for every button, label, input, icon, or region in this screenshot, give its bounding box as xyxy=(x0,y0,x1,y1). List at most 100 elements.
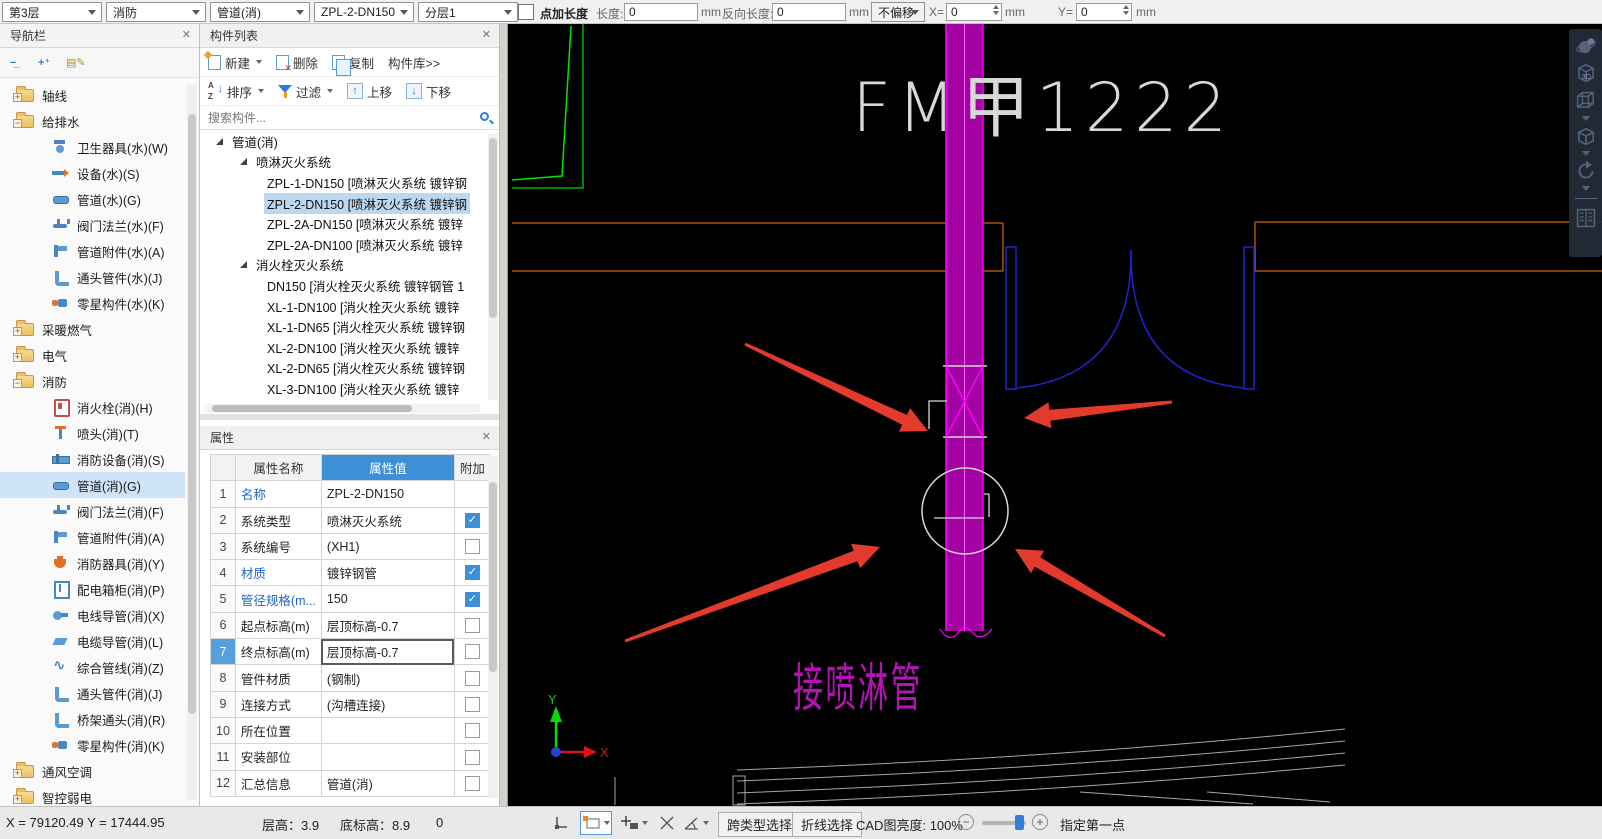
component-tree-row-10[interactable]: XL-2-DN100 [消火栓灭火系统 镀锌 xyxy=(200,337,485,358)
sidebar-item-5[interactable]: 阀门法兰(水)(F) xyxy=(0,212,199,238)
brightness-slider-handle[interactable] xyxy=(1015,815,1024,830)
sidebar-group-26[interactable]: +通风空调 xyxy=(0,758,199,784)
wireframe-view-icon[interactable] xyxy=(1574,89,1598,113)
component-tree-row-2[interactable]: ZPL-1-DN150 [喷淋灭火系统 镀锌钢 xyxy=(200,172,485,193)
folder-minus-icon[interactable]: − xyxy=(13,119,22,128)
checkbox-unchecked-icon[interactable] xyxy=(465,618,480,633)
checkbox-unchecked-icon[interactable] xyxy=(465,671,480,686)
chevron-down-icon[interactable] xyxy=(1582,186,1590,191)
properties-scrollbar[interactable] xyxy=(488,456,498,798)
checkbox-checked-icon[interactable]: ✓ xyxy=(465,513,480,528)
property-value[interactable] xyxy=(321,744,454,770)
property-value[interactable]: ZPL-2-DN150 xyxy=(321,481,454,507)
property-value[interactable]: 层顶标高-0.7 xyxy=(321,639,454,665)
sidebar-item-14[interactable]: 消防设备(消)(S) xyxy=(0,446,199,472)
sidebar-group-0[interactable]: +轴线 xyxy=(0,82,199,108)
sidebar-item-20[interactable]: 电线导管(消)(X) xyxy=(0,602,199,628)
sidebar-group-9[interactable]: +采暖燃气 xyxy=(0,316,199,342)
sidebar-item-16[interactable]: 阀门法兰(消)(F) xyxy=(0,498,199,524)
sidebar-item-21[interactable]: 电缆导管(消)(L) xyxy=(0,628,199,654)
chevron-down-icon[interactable] xyxy=(604,821,610,825)
sidebar-item-15[interactable]: 管道(消)(G) xyxy=(0,472,185,498)
stepper-arrows-icon[interactable] xyxy=(993,5,999,15)
component-library-button[interactable]: 构件库>> xyxy=(388,53,440,72)
property-row-5[interactable]: 5管径规格(m...150✓ xyxy=(211,586,491,612)
ortho-mode-icon[interactable] xyxy=(548,811,574,835)
tree-expander-icon[interactable] xyxy=(240,261,247,268)
sidebar-item-8[interactable]: 零星构件(水)(K) xyxy=(0,290,199,316)
sidebar-item-6[interactable]: 管道附件(水)(A) xyxy=(0,238,199,264)
sidebar-item-25[interactable]: 零星构件(消)(K) xyxy=(0,732,199,758)
cross-type-select-button[interactable]: 跨类型选择 xyxy=(718,812,801,837)
sidebar-item-7[interactable]: 通头管件(水)(J) xyxy=(0,264,199,290)
property-row-2[interactable]: 2系统类型喷淋灭火系统✓ xyxy=(211,507,491,533)
property-value[interactable]: 镀锌钢管 xyxy=(321,560,454,586)
chevron-down-icon[interactable] xyxy=(703,821,709,825)
sidebar-group-1[interactable]: −给排水 xyxy=(0,108,199,134)
close-icon[interactable]: ✕ xyxy=(482,430,491,443)
properties-scrollbar-thumb[interactable] xyxy=(489,482,497,672)
property-row-6[interactable]: 6起点标高(m)层顶标高-0.7 xyxy=(211,612,491,638)
checkbox-unchecked-icon[interactable] xyxy=(465,697,480,712)
checkbox-unchecked-icon[interactable] xyxy=(465,644,480,659)
brightness-decrease-icon[interactable]: − xyxy=(958,814,974,830)
checkbox-unchecked-icon[interactable] xyxy=(465,723,480,738)
folder-plus-icon[interactable]: + xyxy=(13,93,22,102)
sidebar-item-3[interactable]: 设备(水)(S) xyxy=(0,160,199,186)
move-down-button[interactable]: ↓下移 xyxy=(406,82,451,101)
property-row-7[interactable]: 7终点标高(m)层顶标高-0.7 xyxy=(211,639,491,665)
property-row-3[interactable]: 3系统编号(XH1) xyxy=(211,533,491,559)
brightness-slider[interactable] xyxy=(982,821,1026,825)
pick-box-button[interactable] xyxy=(618,811,650,835)
chevron-down-icon[interactable] xyxy=(256,60,262,64)
chevron-down-icon[interactable] xyxy=(258,89,264,93)
length-input[interactable]: 0 xyxy=(624,3,698,21)
checkbox-checked-icon[interactable]: ✓ xyxy=(465,565,480,580)
move-up-button[interactable]: ↑上移 xyxy=(347,82,392,101)
layer-select[interactable]: 分层1 xyxy=(418,2,518,22)
cross-icon[interactable] xyxy=(654,811,680,835)
property-row-10[interactable]: 10所在位置 xyxy=(211,717,491,743)
y-offset-stepper[interactable]: 0 xyxy=(1076,3,1132,21)
sidebar-group-10[interactable]: +电气 xyxy=(0,342,199,368)
component-tree-row-1[interactable]: 喷淋灭火系统 xyxy=(200,152,485,173)
component-select[interactable]: ZPL-2-DN150 xyxy=(314,2,414,22)
property-row-9[interactable]: 9连接方式(沟槽连接) xyxy=(211,691,491,717)
polyline-select-button[interactable]: 折线选择 xyxy=(792,812,862,837)
component-tree-row-4[interactable]: ZPL-2A-DN150 [喷淋灭火系统 镀锌 xyxy=(200,213,485,234)
property-row-11[interactable]: 11安装部位 xyxy=(211,744,491,770)
sidebar-item-2[interactable]: 卫生器具(水)(W) xyxy=(0,134,199,160)
angle-snap-button[interactable] xyxy=(680,811,712,835)
view-3d-icon[interactable]: 3D xyxy=(1574,60,1598,86)
selection-mode-button[interactable] xyxy=(580,811,612,835)
copy-component-button[interactable]: 复制 xyxy=(332,53,374,72)
filter-button[interactable]: 过滤 xyxy=(278,82,333,101)
sort-button[interactable]: ↓排序 xyxy=(208,82,264,101)
property-row-1[interactable]: 1名称ZPL-2-DN150 xyxy=(211,481,491,507)
checkbox-unchecked-icon[interactable] xyxy=(465,750,480,765)
checkbox-unchecked-icon[interactable] xyxy=(465,539,480,554)
property-value[interactable]: (钢制) xyxy=(321,665,454,691)
brightness-increase-icon[interactable]: + xyxy=(1032,814,1048,830)
floor-select[interactable]: 第3层 xyxy=(2,2,102,22)
chevron-down-icon[interactable] xyxy=(1582,151,1590,156)
sidebar-item-18[interactable]: 消防器具(消)(Y) xyxy=(0,550,199,576)
specialty-select[interactable]: 消防 xyxy=(106,2,206,22)
sidebar-item-12[interactable]: 消火栓(消)(H) xyxy=(0,394,199,420)
chevron-down-icon[interactable] xyxy=(1582,116,1590,121)
sidebar-item-19[interactable]: 配电箱柜(消)(P) xyxy=(0,576,199,602)
expand-all-icon[interactable]: +⁺ xyxy=(38,55,56,71)
rotate-view-icon[interactable] xyxy=(1574,159,1598,183)
component-tree-row-3[interactable]: ZPL-2-DN150 [喷淋灭火系统 镀锌钢 xyxy=(200,193,485,214)
property-value[interactable]: 150 xyxy=(321,586,454,612)
component-tree-row-8[interactable]: XL-1-DN100 [消火栓灭火系统 镀锌 xyxy=(200,296,485,317)
point-add-length-checkbox[interactable] xyxy=(518,4,534,20)
folder-plus-icon[interactable]: + xyxy=(13,327,22,336)
checkbox-checked-icon[interactable]: ✓ xyxy=(465,592,480,607)
orbit-view-icon[interactable] xyxy=(1575,35,1597,57)
property-value[interactable]: 喷淋灭火系统 xyxy=(321,507,454,533)
chevron-down-icon[interactable] xyxy=(642,821,648,825)
offset-select[interactable]: 不偏移 xyxy=(871,2,925,22)
close-icon[interactable]: ✕ xyxy=(182,28,191,41)
checkbox-unchecked-icon[interactable] xyxy=(465,776,480,791)
